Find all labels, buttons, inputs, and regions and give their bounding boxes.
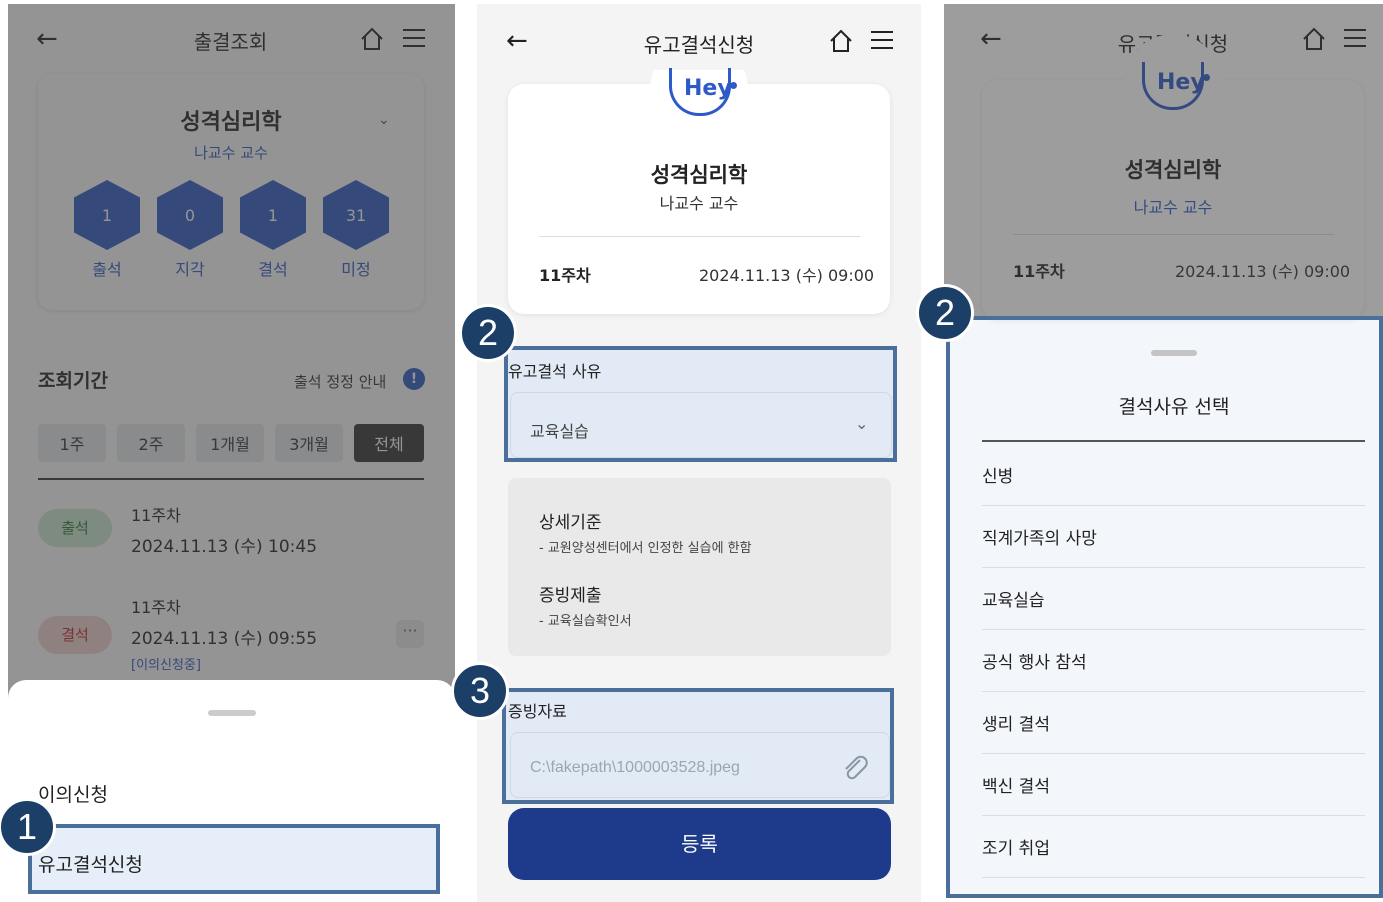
reason-option-vaccine[interactable]: 백신 결석 [982,754,1365,816]
chevron-down-icon: ⌄ [855,414,869,433]
reason-select-value: 교육실습 [530,422,589,441]
back-arrow-icon[interactable]: ← [506,26,528,56]
course-title: 성격심리학 [1124,158,1222,182]
stat-pending-label: 미정 [341,260,371,279]
submit-button[interactable]: 등록 [508,808,891,880]
status-badge-absent: 결석 [38,616,112,654]
menu-icon[interactable] [870,30,894,50]
week-label: 11주차 [539,266,591,285]
reason-option-illness[interactable]: 신병 [982,444,1365,506]
excused-absence-menu-label: 유고결석신청 [38,854,143,876]
stat-attend-label: 출석 [92,260,122,279]
sheet-handle[interactable] [1151,350,1197,356]
period-1week-button[interactable]: 1주 [38,424,106,462]
back-arrow-icon[interactable]: ← [980,24,1002,54]
hey-logo-dot [1203,74,1210,81]
period-3month-button[interactable]: 3개월 [275,424,343,462]
session-datetime: 2024.11.13 (수) 09:00 [699,266,875,285]
home-icon[interactable] [828,28,854,54]
menu-icon[interactable] [402,28,426,48]
file-label: 증빙자료 [508,702,567,721]
paperclip-icon[interactable] [840,752,870,782]
session-datetime: 2024.11.13 (수) 09:00 [1175,262,1351,281]
page-title: 출결조회 [193,30,268,54]
divider [539,236,860,237]
hey-logo-dot [730,82,737,89]
record-datetime: 2024.11.13 (수) 09:55 [131,629,318,649]
course-title: 성격심리학 [180,110,282,135]
hey-logo-text: Hey [1157,70,1205,95]
chevron-down-icon[interactable]: ⌄ [378,112,390,128]
reason-option-teaching-practice[interactable]: 교육실습 [982,568,1365,630]
back-arrow-icon[interactable]: ← [36,24,58,54]
week-label: 11주차 [1013,262,1065,281]
sheet-title-divider [982,440,1365,442]
status-badge-attend: 출석 [38,509,112,547]
home-icon[interactable] [359,26,385,52]
reason-option-family-death[interactable]: 직계가족의 사망 [982,506,1365,568]
professor-name: 나교수 교수 [194,144,268,162]
period-1month-button[interactable]: 1개월 [196,424,264,462]
divider [1013,234,1334,235]
reason-option-menstrual[interactable]: 생리 결석 [982,692,1365,754]
proof-title: 증빙제출 [539,586,602,606]
sheet-title: 결석사유 선택 [1118,396,1230,418]
professor-name: 나교수 교수 [1133,198,1213,217]
criteria-box [508,478,891,656]
sheet-handle[interactable] [208,710,256,716]
appeal-menu-item[interactable]: 이의신청 [38,780,108,807]
step-badge-3: 3 [451,662,509,720]
stat-late-label: 지각 [175,260,205,279]
record-datetime: 2024.11.13 (수) 10:45 [131,537,318,557]
hey-logo-text: Hey [684,76,732,101]
professor-name: 나교수 교수 [659,194,739,213]
record-week: 11주차 [131,506,181,525]
stat-absent-label: 결석 [258,260,288,279]
file-input-value: C:\fakepath\1000003528.jpeg [530,759,740,776]
divider [38,478,424,480]
period-label: 조회기간 [38,370,108,392]
step-badge-2: 2 [916,284,974,342]
info-icon[interactable]: ! [403,368,425,390]
reason-option-early-employment[interactable]: 조기 취업 [982,816,1365,878]
criteria-text: - 교원양성센터에서 인정한 실습에 한함 [539,541,752,556]
record-week: 11주차 [131,598,181,617]
reason-label: 유고결석 사유 [508,362,602,381]
period-2week-button[interactable]: 2주 [117,424,185,462]
period-all-button[interactable]: 전체 [354,424,424,462]
step-badge-1: 1 [0,798,56,856]
home-icon[interactable] [1301,26,1327,52]
attendance-notice-link[interactable]: 출석 정정 안내 [294,371,386,392]
criteria-title: 상세기준 [539,513,602,533]
step-badge-2: 2 [459,304,517,362]
page-title: 유고결석신청 [643,33,755,57]
attendance-screen: ← 출결조회 성격심리학 ⌄ 나교수 교수 1 0 1 31 출석 지각 결석 … [8,4,455,902]
menu-icon[interactable] [1343,28,1367,48]
course-title: 성격심리학 [650,163,748,187]
appeal-status-note: [이의신청중] [131,658,201,673]
more-options-icon[interactable]: ··· [396,620,424,648]
reason-option-official-event[interactable]: 공식 행사 참석 [982,630,1365,692]
proof-text: - 교육실습확인서 [539,614,632,629]
